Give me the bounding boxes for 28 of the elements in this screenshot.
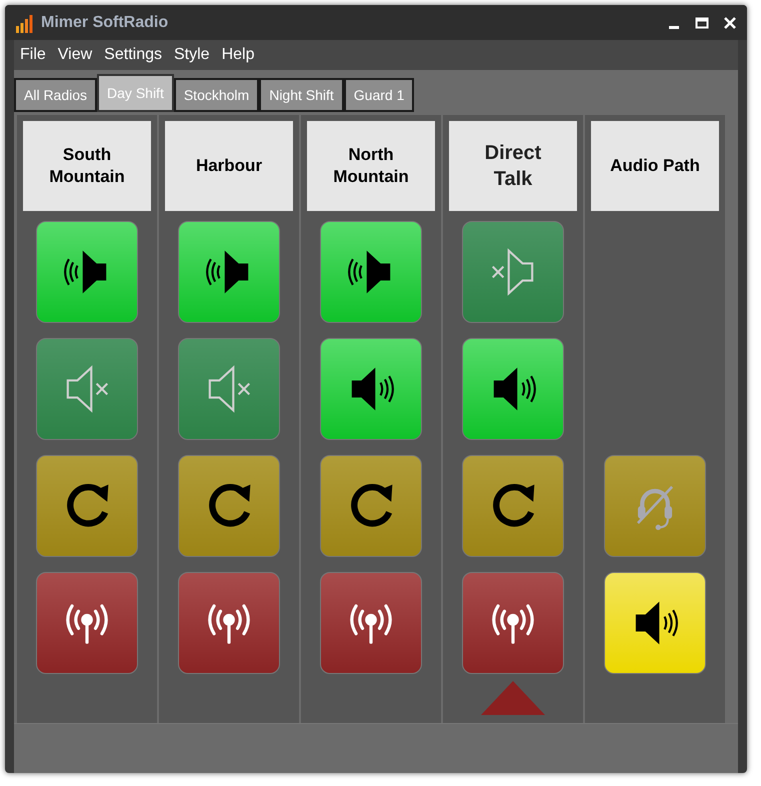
maximize-icon[interactable] [695, 16, 709, 30]
close-icon[interactable] [723, 16, 737, 30]
channel-button[interactable] [462, 338, 564, 440]
menu-item[interactable]: Help [222, 46, 254, 64]
menu-item[interactable]: View [58, 46, 92, 64]
channel-button[interactable] [178, 221, 280, 323]
channel-header: Audio Path [591, 121, 719, 211]
channel-button[interactable] [604, 572, 706, 674]
channel-button[interactable] [36, 455, 138, 557]
channel-button[interactable] [320, 338, 422, 440]
signal-bars-icon [15, 12, 35, 32]
channel-button[interactable] [320, 572, 422, 674]
channel-button[interactable] [462, 572, 564, 674]
channel-button[interactable] [178, 455, 280, 557]
window-title: Mimer SoftRadio [41, 14, 168, 32]
channel-button[interactable] [178, 572, 280, 674]
channel-header: Direct Talk [449, 121, 577, 211]
channel-button[interactable] [36, 221, 138, 323]
menu-item[interactable]: Style [174, 46, 210, 64]
channel-header: North Mountain [307, 121, 435, 211]
channel-button[interactable] [320, 455, 422, 557]
channel-header: South Mountain [23, 121, 151, 211]
menu-item[interactable]: File [20, 46, 46, 64]
channel-button[interactable] [462, 455, 564, 557]
channel-button[interactable] [320, 221, 422, 323]
channel-header: Harbour [165, 121, 293, 211]
channel-button[interactable] [36, 572, 138, 674]
menu-item[interactable]: Settings [104, 46, 162, 64]
